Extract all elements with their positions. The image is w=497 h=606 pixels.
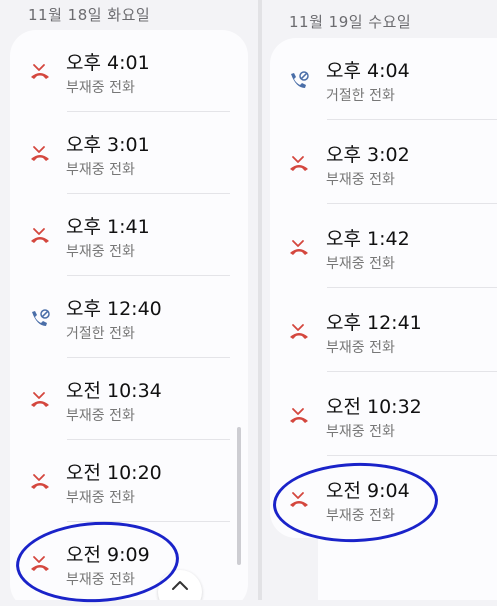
call-entry[interactable]: 오후 1:42 부재중 전화 bbox=[270, 206, 497, 288]
call-list-card: 오후 4:01 부재중 전화 오후 3:01 부재중 전화 오후 1:41 부재… bbox=[10, 30, 248, 600]
missed-call-icon bbox=[288, 491, 310, 509]
call-status: 부재중 전화 bbox=[66, 572, 135, 588]
call-entry[interactable]: 오후 3:02 부재중 전화 bbox=[270, 122, 497, 204]
missed-call-icon bbox=[29, 145, 51, 163]
call-status: 부재중 전화 bbox=[326, 424, 395, 440]
call-status: 부재중 전화 bbox=[326, 172, 395, 188]
call-status: 부재중 전화 bbox=[66, 244, 135, 260]
call-entry[interactable]: 오후 4:04 거절한 전화 bbox=[270, 38, 497, 120]
call-status: 부재중 전화 bbox=[66, 162, 135, 178]
missed-call-icon bbox=[288, 407, 310, 425]
call-time: 오전 9:04 bbox=[326, 480, 410, 502]
missed-call-icon bbox=[29, 473, 51, 491]
call-time: 오후 1:42 bbox=[326, 228, 410, 250]
left-call-log-panel: 11월 18일 화요일 오후 4:01 부재중 전화 오후 3:01 부재중 전… bbox=[0, 0, 258, 600]
call-entry[interactable]: 오후 4:01 부재중 전화 bbox=[10, 30, 248, 112]
call-time: 오후 12:41 bbox=[326, 312, 422, 334]
call-entry[interactable]: 오전 10:20 부재중 전화 bbox=[10, 440, 248, 522]
call-entry[interactable]: 오전 9:04 부재중 전화 bbox=[270, 458, 497, 540]
call-entry[interactable]: 오후 12:40 거절한 전화 bbox=[10, 276, 248, 358]
call-entry[interactable]: 오전 10:32 부재중 전화 bbox=[270, 374, 497, 456]
call-entry[interactable]: 오후 12:41 부재중 전화 bbox=[270, 290, 497, 372]
call-status: 부재중 전화 bbox=[326, 340, 395, 356]
panel-divider bbox=[258, 0, 262, 600]
call-time: 오전 10:34 bbox=[66, 380, 162, 402]
divider bbox=[327, 455, 497, 456]
call-status: 부재중 전화 bbox=[66, 80, 135, 96]
call-time: 오후 12:40 bbox=[66, 298, 162, 320]
scrollbar-thumb[interactable] bbox=[237, 427, 241, 565]
call-time: 오전 10:20 bbox=[66, 462, 162, 484]
call-status: 부재중 전화 bbox=[326, 508, 395, 524]
divider bbox=[327, 371, 497, 372]
card-background-extension bbox=[318, 538, 497, 600]
call-status: 거절한 전화 bbox=[326, 88, 395, 104]
rejected-call-icon bbox=[29, 309, 51, 327]
call-entry[interactable]: 오전 9:09 부재중 전화 bbox=[10, 522, 248, 600]
date-header: 11월 19일 수요일 bbox=[289, 13, 412, 31]
call-status: 부재중 전화 bbox=[326, 256, 395, 272]
date-header: 11월 18일 화요일 bbox=[28, 6, 151, 24]
call-time: 오전 10:32 bbox=[326, 396, 422, 418]
missed-call-icon bbox=[288, 239, 310, 257]
missed-call-icon bbox=[29, 555, 51, 573]
call-entry[interactable]: 오전 10:34 부재중 전화 bbox=[10, 358, 248, 440]
missed-call-icon bbox=[288, 155, 310, 173]
missed-call-icon bbox=[29, 63, 51, 81]
call-entry[interactable]: 오후 3:01 부재중 전화 bbox=[10, 112, 248, 194]
chevron-up-icon bbox=[172, 581, 188, 590]
rejected-call-icon bbox=[288, 71, 310, 89]
call-status: 거절한 전화 bbox=[66, 326, 135, 342]
call-status: 부재중 전화 bbox=[66, 490, 135, 506]
call-time: 오후 1:41 bbox=[66, 216, 150, 238]
call-entry[interactable]: 오후 1:41 부재중 전화 bbox=[10, 194, 248, 276]
divider bbox=[327, 287, 497, 288]
call-time: 오전 9:09 bbox=[66, 544, 150, 566]
divider bbox=[327, 203, 497, 204]
call-time: 오후 4:04 bbox=[326, 60, 410, 82]
call-time: 오후 4:01 bbox=[66, 52, 150, 74]
call-list-card: 오후 4:04 거절한 전화 오후 3:02 부재중 전화 오후 1:42 부재… bbox=[270, 38, 497, 538]
missed-call-icon bbox=[29, 391, 51, 409]
call-time: 오후 3:01 bbox=[66, 134, 150, 156]
missed-call-icon bbox=[29, 227, 51, 245]
missed-call-icon bbox=[288, 323, 310, 341]
divider bbox=[327, 119, 497, 120]
call-status: 부재중 전화 bbox=[66, 408, 135, 424]
call-time: 오후 3:02 bbox=[326, 144, 410, 166]
